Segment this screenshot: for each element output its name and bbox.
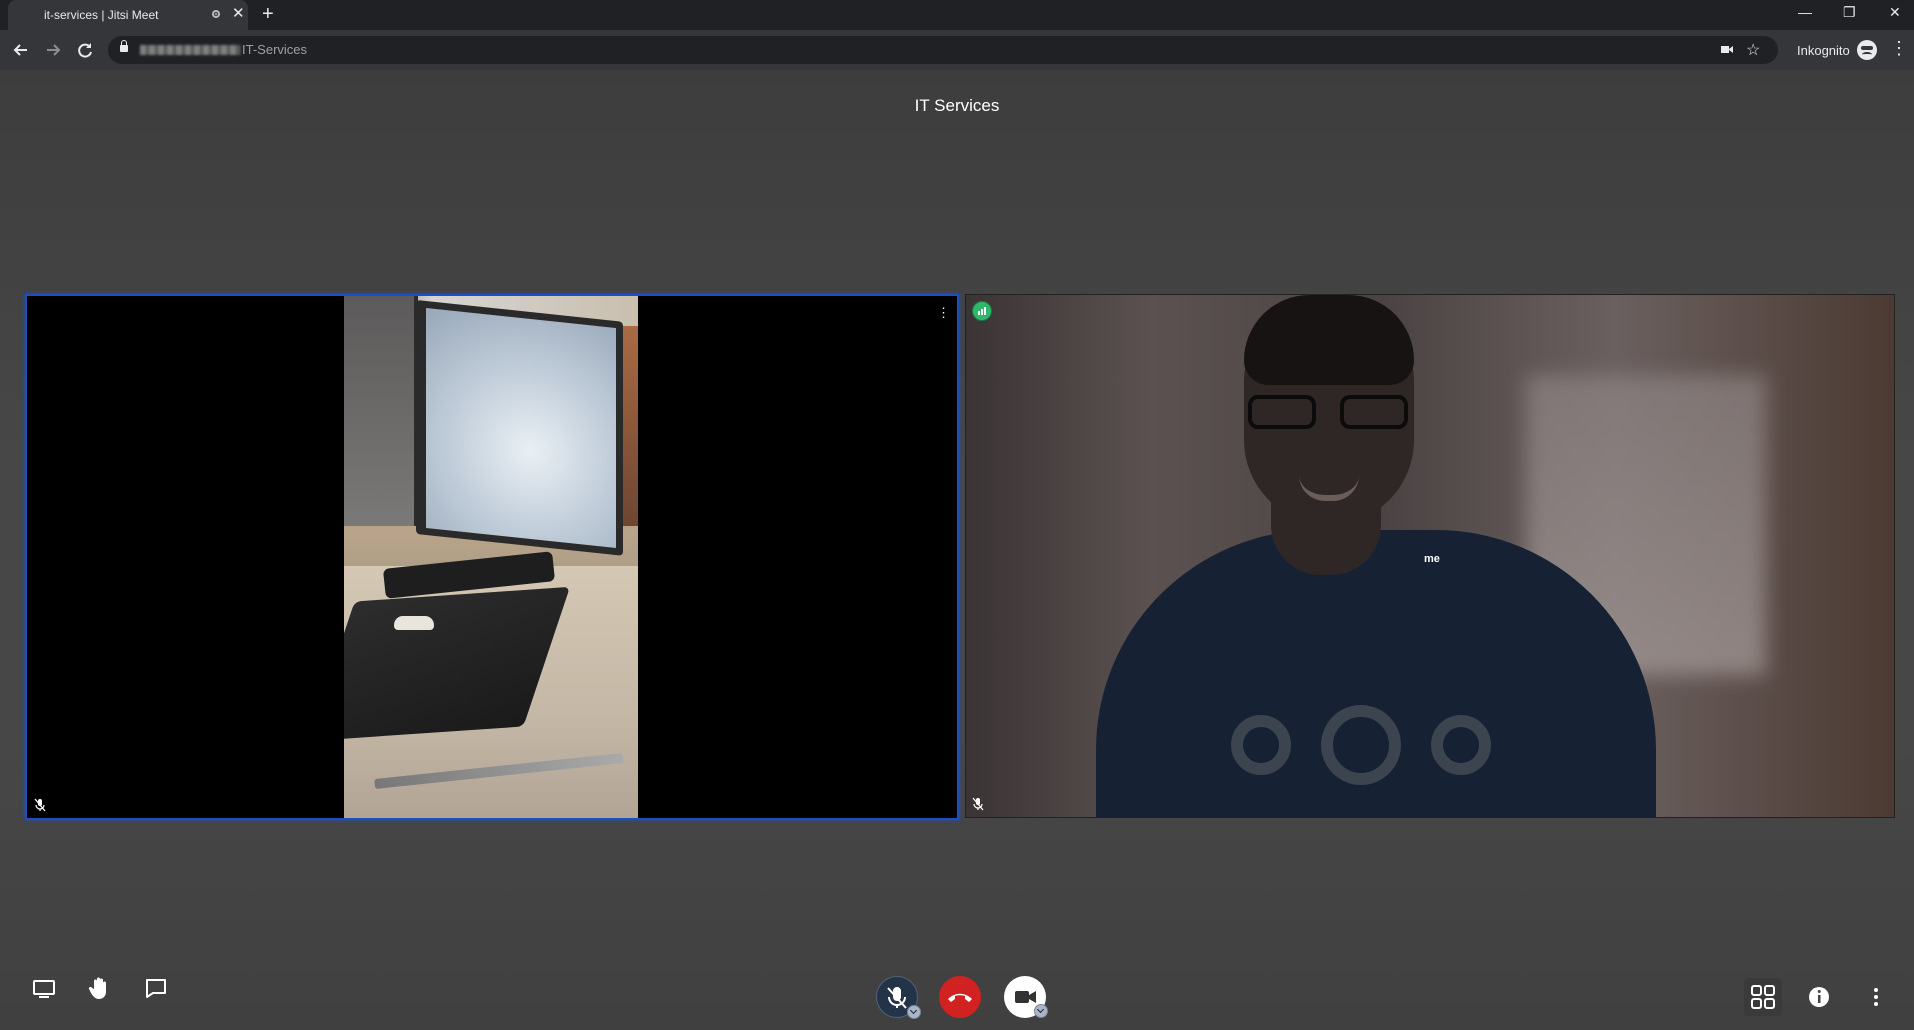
window-close-button[interactable]: ✕ [1889,4,1901,21]
camera-toggle-button[interactable] [1004,976,1048,1018]
tile-more-options-icon[interactable]: ⋮ [937,306,950,319]
connection-indicator-icon[interactable] [972,301,992,321]
restore-button[interactable]: ❐ [1843,4,1856,21]
tile-view-icon [1751,985,1775,1009]
video-settings-chevron-icon[interactable] [1034,1004,1048,1018]
jitsi-meeting-page: IT Services ⋮ me [0,70,1914,1030]
browser-tab-strip: it-services | Jitsi Meet ✕ + — ❐ ✕ [0,0,1914,30]
participant-name: me [1424,553,1440,565]
bookmark-star-icon[interactable]: ☆ [1746,40,1760,60]
conference-title: IT Services [914,96,1000,115]
audio-muted-icon [972,797,984,811]
remote-video [344,296,638,818]
participant-tile-local[interactable]: me [965,294,1895,818]
minimize-button[interactable]: — [1798,4,1812,20]
chat-button[interactable] [140,972,172,1004]
tab-close-button[interactable]: ✕ [232,6,245,22]
audio-settings-chevron-icon[interactable] [907,1005,921,1019]
info-icon [1809,987,1829,1007]
reload-icon[interactable] [74,39,96,61]
lock-icon [120,40,128,52]
more-options-icon [1874,988,1878,1006]
screen-share-icon [33,980,55,998]
participant-tile-remote[interactable]: ⋮ [25,294,959,820]
url-path: IT-Services [242,42,308,57]
redacted-host [140,45,240,55]
info-button[interactable] [1803,981,1835,1013]
recording-indicator-icon [212,10,220,18]
raise-hand-button[interactable] [84,972,116,1004]
hangup-icon [948,993,972,1002]
incognito-label[interactable]: Inkognito [1797,43,1850,58]
forward-icon[interactable] [42,39,64,61]
audio-muted-icon [34,798,46,812]
camera-permission-icon[interactable] [1720,42,1734,59]
chat-icon [146,979,166,998]
hangup-button[interactable] [939,976,981,1018]
incognito-icon[interactable] [1857,40,1877,60]
new-tab-button[interactable]: + [262,3,274,25]
back-icon[interactable] [10,39,32,61]
tile-view-button[interactable] [1744,978,1782,1016]
microphone-toggle-button[interactable] [876,976,921,1019]
screen-share-button[interactable] [28,972,60,1004]
more-options-button[interactable] [1860,981,1892,1013]
address-bar[interactable]: IT-Services ☆ [108,36,1778,64]
browser-menu-icon[interactable]: ⋮ [1890,38,1908,59]
browser-toolbar: IT-Services ☆ Inkognito ⋮ [0,30,1914,70]
browser-tab[interactable]: it-services | Jitsi Meet ✕ [8,0,248,30]
raise-hand-icon [88,977,106,999]
tab-title: it-services | Jitsi Meet [44,8,159,22]
